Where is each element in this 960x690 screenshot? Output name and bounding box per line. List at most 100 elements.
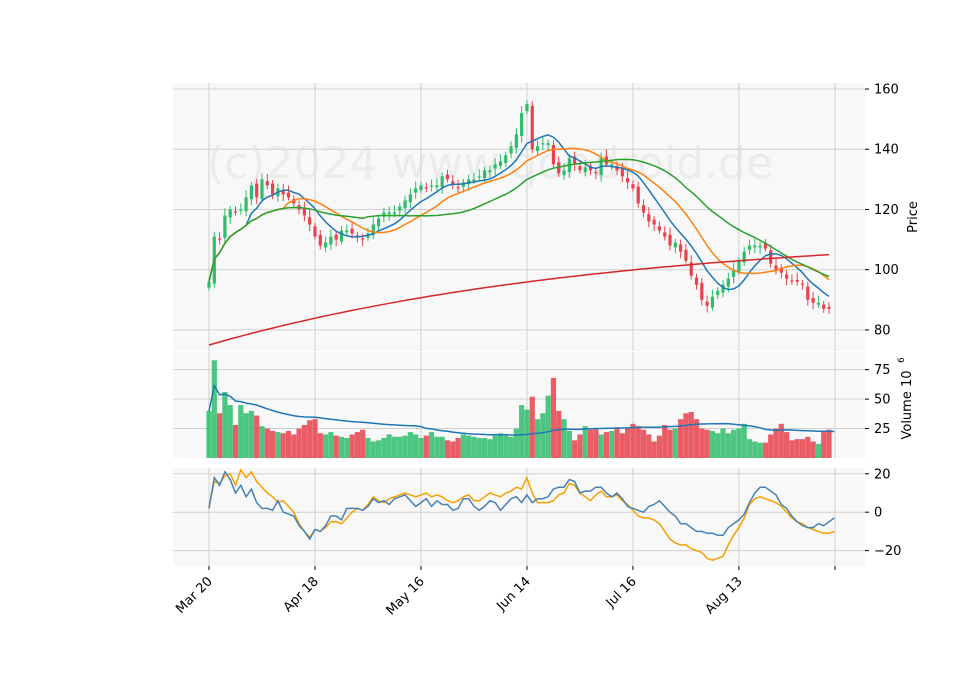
candle-body: [403, 200, 407, 209]
volume-bar: [577, 434, 583, 458]
oscillator-panel: [173, 468, 865, 566]
candle-body: [424, 187, 428, 189]
volume-bar: [365, 437, 371, 458]
volume-bar: [391, 436, 398, 458]
price-panel: [173, 83, 865, 351]
candle-body: [594, 172, 598, 174]
volume-bar: [344, 437, 350, 458]
volume-bar: [476, 437, 482, 458]
volume-bar: [206, 410, 212, 458]
volume-bar: [561, 419, 567, 458]
volume-bar: [513, 428, 519, 458]
volume-bar: [222, 392, 228, 458]
volume-bar: [375, 440, 382, 458]
stock-chart: (c)2024 www.qondroid.de 8010012014016025…: [173, 83, 921, 618]
volume-bar: [646, 434, 652, 458]
volume-axis-label-group: Volume 10 6: [897, 357, 915, 440]
volume-bar: [519, 405, 525, 458]
candle-body: [255, 183, 259, 198]
candle-body: [663, 232, 667, 237]
volume-bar: [487, 439, 493, 458]
volume-bar: [296, 428, 302, 458]
candle-body: [435, 185, 439, 188]
volume-bar: [381, 437, 387, 458]
volume-bar: [386, 434, 392, 458]
volume-bar: [587, 429, 594, 458]
volume-bar: [725, 433, 731, 458]
volume-bar: [630, 423, 636, 458]
candle-body: [286, 192, 291, 198]
volume-bar: [550, 377, 557, 458]
candle-body: [387, 212, 391, 215]
volume-bar: [322, 434, 329, 458]
volume-bar: [232, 425, 239, 458]
volume-bar: [466, 435, 472, 458]
volume-bar: [603, 432, 610, 458]
volume-bar: [407, 432, 413, 458]
volume-bar: [397, 436, 403, 458]
candle-body: [769, 250, 773, 264]
candle-body: [392, 212, 397, 215]
volume-bar: [619, 433, 625, 458]
volume-bar: [826, 429, 832, 458]
volume-bar: [333, 435, 339, 458]
price-axis-label: Price: [906, 201, 921, 233]
volume-bar: [704, 429, 710, 458]
volume-bar: [413, 434, 419, 458]
candle-body: [313, 226, 317, 237]
volume-bar: [609, 430, 615, 458]
candle-body: [546, 143, 550, 146]
volume-bar: [338, 436, 345, 458]
volume-bar: [402, 435, 408, 458]
candle-body: [737, 260, 741, 272]
volume-bar: [731, 429, 737, 458]
volume-bar: [328, 432, 334, 458]
candle-body: [249, 185, 253, 200]
candle-body: [334, 234, 338, 240]
volume-bar: [556, 410, 562, 458]
price-tick-label: 100: [874, 263, 899, 278]
volume-bar: [450, 441, 456, 458]
oscillator-tick-label: 0: [874, 506, 882, 521]
volume-bar: [291, 434, 297, 458]
volume-bar: [672, 428, 678, 458]
volume-bar: [534, 419, 541, 458]
candle-body: [477, 176, 481, 178]
candle-body: [260, 179, 264, 200]
volume-bar: [773, 428, 779, 458]
candle-body: [747, 245, 752, 250]
candle-body: [673, 242, 677, 248]
x-tick-label: Aug 13: [703, 574, 746, 617]
volume-bar: [789, 440, 795, 458]
candle-body: [493, 164, 497, 169]
candle-body: [753, 245, 757, 248]
candle-body: [408, 194, 412, 203]
candle-body: [339, 230, 344, 242]
x-tick-label: Mar 20: [173, 574, 216, 617]
candle-body: [800, 283, 805, 285]
candle-body: [239, 209, 243, 211]
candle-body: [308, 217, 312, 225]
volume-bar: [736, 428, 742, 458]
candle-body: [636, 186, 640, 204]
volume-bar: [805, 436, 811, 458]
volume-bar: [269, 430, 276, 458]
candle-body: [509, 146, 513, 154]
volume-tick-label: 75: [874, 363, 891, 378]
volume-bar: [709, 430, 716, 458]
oscillator-tick-label: −20: [874, 544, 901, 559]
x-tick-label: May 16: [384, 574, 428, 618]
volume-bar: [312, 419, 318, 458]
candle-body: [626, 178, 630, 183]
price-tick-label: 120: [874, 203, 899, 218]
candle-body: [795, 279, 799, 282]
volume-bar: [423, 435, 429, 458]
volume-axis-exponent: 6: [897, 357, 907, 363]
volume-bar: [614, 427, 620, 458]
candle-body: [265, 181, 269, 186]
volume-bar: [683, 413, 689, 458]
volume-bar: [492, 435, 498, 458]
volume-bar: [821, 432, 827, 458]
candle-body: [700, 282, 704, 300]
volume-bar: [481, 437, 488, 458]
